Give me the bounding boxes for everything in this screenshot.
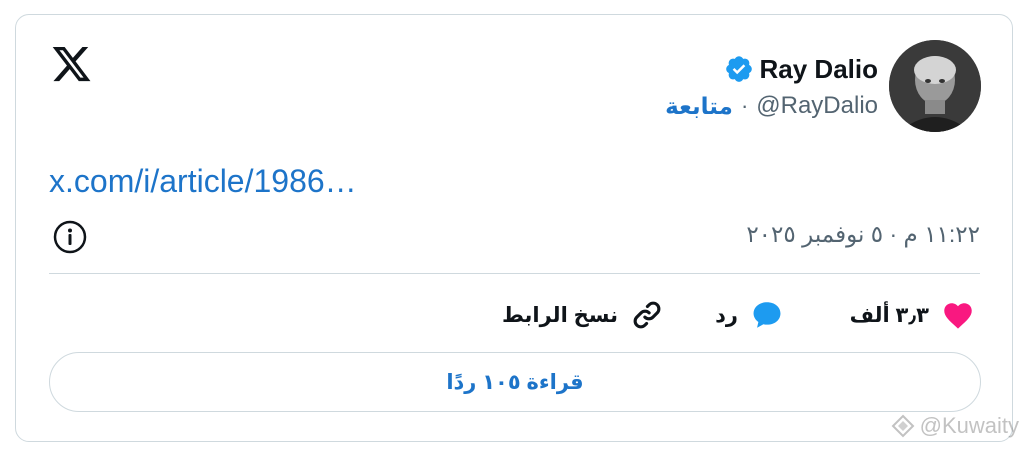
watermark-logo-icon [891,414,915,438]
author-name-row: Ray Dalio [724,53,879,85]
tweet-card: Ray Dalio متابعة · @RayDalio x.com/i/art… [15,14,1013,442]
copy-link-button[interactable]: نسخ الرابط [502,297,664,333]
watermark-text: @Kuwaity [919,413,1019,438]
author-handle[interactable]: @RayDalio [756,92,878,120]
article-link[interactable]: x.com/i/article/1986… [49,163,357,200]
separator-dot: · [740,93,749,118]
follow-button[interactable]: متابعة [665,93,733,120]
copy-link-label: نسخ الرابط [502,303,618,327]
watermark: @Kuwaity [890,412,1019,440]
info-icon[interactable] [52,219,88,255]
reply-button[interactable]: رد [715,297,784,333]
heart-icon [944,303,972,329]
x-logo-icon[interactable] [49,43,94,85]
display-name[interactable]: Ray Dalio [760,54,879,85]
handle-row: متابعة · @RayDalio [665,91,878,121]
read-replies-button[interactable]: قراءة ١٠٥ ردًا [49,352,981,412]
speech-bubble-icon [753,302,781,328]
read-replies-label: قراءة ١٠٥ ردًا [446,370,584,394]
reply-label: رد [715,303,738,327]
tweet-timestamp[interactable]: ١١:٢٢ م · ٥ نوفمبر ٢٠٢٥ [746,221,980,248]
like-button[interactable]: ٣٫٣ ألف [850,297,975,333]
divider [49,273,980,274]
link-icon [633,301,661,329]
avatar[interactable] [889,40,981,132]
action-bar: ٣٫٣ ألف رد نسخ الرابط [16,297,1012,333]
verified-badge-icon [725,56,752,82]
like-count: ٣٫٣ ألف [849,303,929,327]
